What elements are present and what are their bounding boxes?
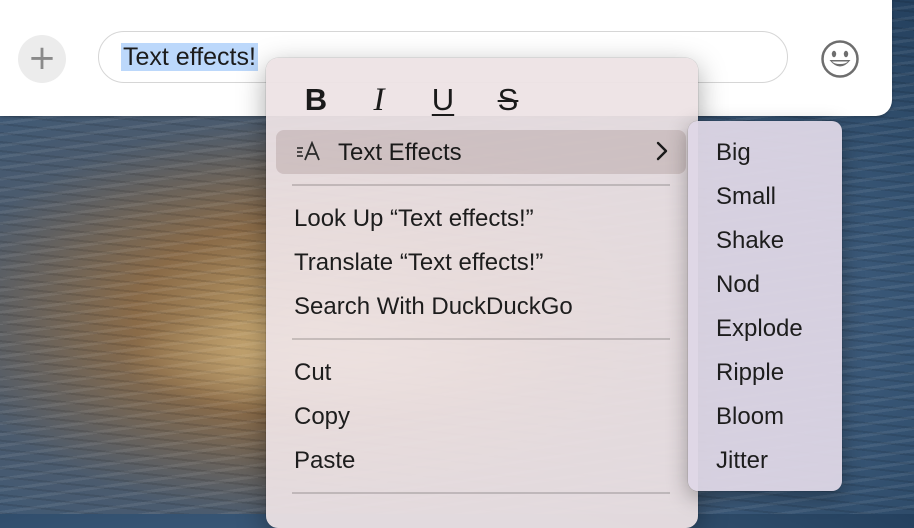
add-attachment-button[interactable]: + [18, 35, 66, 83]
emoji-button[interactable] [820, 39, 860, 79]
underline-button[interactable]: U [423, 82, 463, 118]
menu-item-copy[interactable]: Copy [294, 403, 350, 431]
effect-item-bloom[interactable]: Bloom [716, 403, 784, 431]
selected-message-text[interactable]: Text effects! [121, 43, 258, 71]
menu-item-text-effects[interactable]: Text Effects [276, 130, 686, 174]
menu-item-paste[interactable]: Paste [294, 447, 355, 475]
effect-item-shake[interactable]: Shake [716, 227, 784, 255]
smiley-face-icon [821, 40, 859, 78]
context-menu: B I U S Text Effects Look Up “Text effec… [266, 58, 698, 528]
menu-item-search-duckduckgo[interactable]: Search With DuckDuckGo [294, 293, 573, 321]
italic-button[interactable]: I [359, 82, 399, 119]
effect-item-ripple[interactable]: Ripple [716, 359, 784, 387]
effect-item-small[interactable]: Small [716, 183, 776, 211]
strikethrough-button[interactable]: S [488, 82, 528, 118]
menu-divider [292, 338, 670, 340]
chevron-right-icon [656, 141, 668, 161]
effect-item-explode[interactable]: Explode [716, 315, 803, 343]
text-effects-icon [296, 140, 322, 169]
effect-item-big[interactable]: Big [716, 139, 751, 167]
effect-item-jitter[interactable]: Jitter [716, 447, 768, 475]
menu-item-look-up[interactable]: Look Up “Text effects!” [294, 205, 534, 233]
menu-item-cut[interactable]: Cut [294, 359, 331, 387]
menu-item-translate[interactable]: Translate “Text effects!” [294, 249, 543, 277]
text-effects-submenu: Big Small Shake Nod Explode Ripple Bloom… [688, 121, 842, 491]
menu-divider [292, 492, 670, 494]
effect-item-nod[interactable]: Nod [716, 271, 760, 299]
bold-button[interactable]: B [296, 82, 336, 118]
menu-item-label: Text Effects [338, 139, 462, 166]
menu-divider [292, 184, 670, 186]
